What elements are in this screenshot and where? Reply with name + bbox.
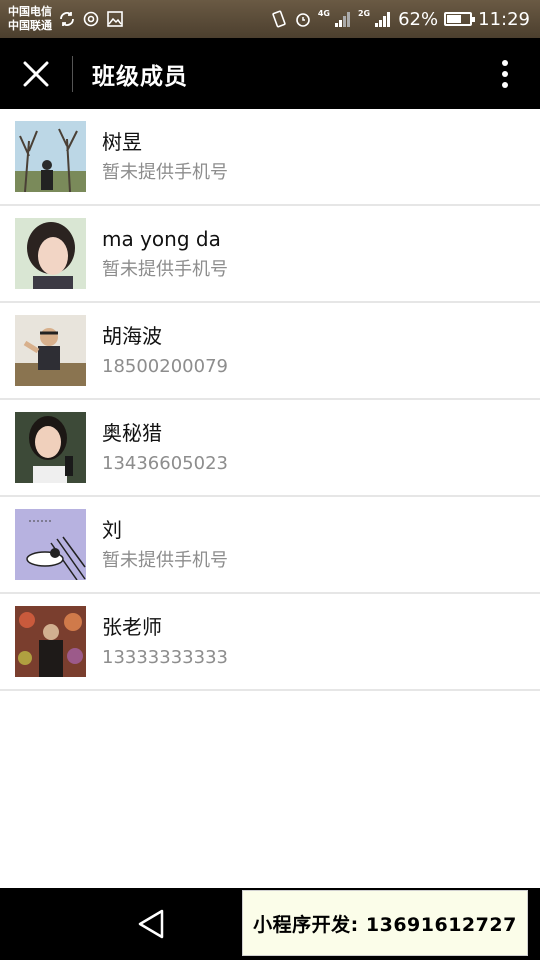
more-vertical-icon [502,59,508,88]
watermark-banner: 小程序开发: 13691612727 [242,890,528,956]
sync-icon [58,10,76,28]
avatar [15,218,86,289]
avatar [15,412,86,483]
member-name: ma yong da [102,226,221,251]
battery-icon [444,12,476,26]
member-phone: 暂未提供手机号 [102,161,228,183]
carrier-1: 中国电信 [8,5,52,18]
member-row[interactable]: 刘 暂未提供手机号 [0,497,540,594]
battery-percent: 62% [398,8,439,30]
alarm-icon [294,10,312,28]
signal-icon [374,10,392,28]
status-bar: 中国电信 中国联通 4G 2G 62% 11:29 [0,0,540,38]
avatar [15,315,86,386]
nav-back-button[interactable] [134,906,170,942]
member-row[interactable]: 张老师 13333333333 [0,594,540,691]
title-bar: 班级成员 [0,38,540,109]
title-divider [72,55,73,92]
member-phone: 13333333333 [102,646,228,668]
member-row[interactable]: ma yong da 暂未提供手机号 [0,206,540,303]
carrier-2: 中国联通 [8,19,52,32]
member-name: 张老师 [102,614,162,639]
vibrate-icon [270,10,288,28]
member-row[interactable]: 奥秘猎 13436605023 [0,400,540,497]
back-triangle-icon [138,909,164,939]
page-title: 班级成员 [92,63,188,90]
member-phone: 18500200079 [102,355,228,377]
close-icon [23,61,49,86]
image-icon [106,10,124,28]
member-row[interactable]: 胡海波 18500200079 [0,303,540,400]
battery-level [447,15,461,23]
member-name: 树昱 [102,129,142,154]
member-phone: 暂未提供手机号 [102,258,228,280]
carrier-info: 中国电信 中国联通 [8,5,52,33]
clock: 11:29 [478,8,530,30]
network-4g-label: 4G [317,8,330,18]
member-name: 奥秘猎 [102,420,162,445]
avatar [15,606,86,677]
member-list: 树昱 暂未提供手机号 ma yong da 暂未提供手机号 胡海波 185002… [0,109,540,691]
member-row[interactable]: 树昱 暂未提供手机号 [0,109,540,206]
avatar [15,121,86,192]
more-button[interactable] [470,38,540,109]
location-icon [82,10,100,28]
member-phone: 13436605023 [102,452,228,474]
member-phone: 暂未提供手机号 [102,549,228,571]
avatar [15,509,86,580]
member-name: 刘 [102,517,122,542]
member-name: 胡海波 [102,323,162,348]
network-2g-label: 2G [357,8,371,18]
signal-icon [334,10,352,28]
close-button[interactable] [0,38,72,109]
